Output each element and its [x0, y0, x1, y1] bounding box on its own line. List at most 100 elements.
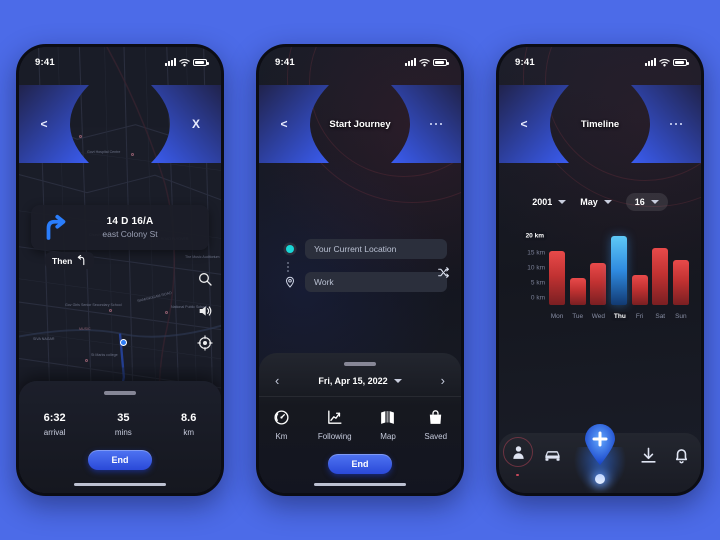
chart-bar: [672, 260, 689, 305]
chart-bar: [569, 278, 586, 305]
year-select[interactable]: 2001: [532, 197, 567, 207]
trend-chart-icon: [328, 410, 342, 424]
phone-mockup-start-journey: < Start Journey Your Current Location Wo…: [256, 44, 464, 496]
chart-bar: [652, 248, 669, 305]
status-bar: 9:41: [19, 47, 221, 73]
status-icons: [645, 58, 689, 67]
prev-date-button[interactable]: ‹: [275, 374, 279, 387]
map-poi-marker: [109, 309, 112, 312]
stat-value: 6:32: [43, 412, 66, 424]
navigation-instruction-card: 14 D 16/A east Colony St: [31, 205, 209, 250]
close-button[interactable]: X: [151, 85, 221, 163]
map-label: MUSIC: [79, 327, 91, 331]
street-code: 14 D 16/A: [106, 216, 154, 227]
back-chevron-icon: <: [280, 117, 288, 131]
action-label: Following: [317, 432, 352, 441]
stat-value: 8.6: [181, 412, 197, 424]
trip-stats: 6:32 arrival 35 mins 8.6 km: [19, 412, 221, 437]
chart-y-axis: 0 km 5 km 10 km 15 km 20 km: [515, 231, 547, 305]
year-value: 2001: [532, 197, 553, 207]
tab-profile[interactable]: [503, 437, 533, 476]
destination-input[interactable]: Work: [305, 272, 447, 292]
chart-bar: [590, 263, 607, 305]
action-map[interactable]: Map: [379, 409, 396, 441]
wifi-icon: [419, 58, 430, 66]
month-value: May: [580, 197, 598, 207]
screenshot-canvas: Kumaran Hospital Govt Hospital Centre RA…: [0, 0, 720, 540]
wifi-icon: [179, 58, 190, 66]
chart-x-tick: Fri: [635, 312, 644, 320]
chart-y-tick: 0 km: [530, 294, 545, 302]
add-plus-pin-icon[interactable]: [583, 423, 617, 465]
action-saved[interactable]: Saved: [424, 409, 447, 441]
status-time: 9:41: [35, 56, 55, 68]
map-floating-controls: [197, 271, 213, 351]
sheet-grabber[interactable]: [344, 362, 376, 366]
stat-arrival: 6:32 arrival: [44, 412, 66, 437]
phone-mockup-navigation: Kumaran Hospital Govt Hospital Centre RA…: [16, 44, 224, 496]
action-km[interactable]: Km: [273, 409, 290, 441]
status-icons: [405, 58, 449, 67]
more-menu-button[interactable]: [391, 85, 461, 163]
map-poi-marker: [165, 311, 168, 314]
back-button[interactable]: <: [19, 85, 89, 163]
chart-bar: [631, 275, 648, 305]
action-label: Saved: [424, 432, 448, 441]
more-menu-button[interactable]: [631, 85, 701, 163]
action-label: Map: [380, 432, 396, 441]
stat-value: 35: [117, 412, 130, 424]
signal-bars-icon: [405, 58, 416, 66]
status-time: 9:41: [275, 56, 295, 68]
stat-label: km: [183, 428, 195, 437]
chart-bar-column[interactable]: [631, 233, 648, 305]
chart-y-tick: 15 km: [527, 249, 545, 257]
back-button[interactable]: <: [259, 85, 329, 163]
volume-icon[interactable]: [197, 303, 213, 319]
origin-input[interactable]: Your Current Location: [305, 239, 447, 259]
chevron-down-icon: [650, 200, 659, 204]
status-time: 9:41: [515, 56, 535, 68]
car-icon[interactable]: [543, 446, 562, 465]
back-button[interactable]: <: [499, 85, 569, 163]
chart-x-tick: Tue: [572, 312, 584, 320]
date-value-group[interactable]: Fri, Apr 15, 2022: [318, 376, 402, 386]
download-icon[interactable]: [639, 446, 658, 465]
battery-icon: [433, 58, 449, 66]
chart-x-tick: Wed: [591, 312, 605, 320]
wifi-icon: [659, 58, 670, 66]
bell-icon[interactable]: [672, 446, 691, 465]
chart-bar-column[interactable]: [610, 233, 628, 305]
chart-bar: [549, 251, 566, 305]
signal-bars-icon: [165, 58, 176, 66]
action-following[interactable]: Following: [318, 409, 352, 441]
turn-right-arrow-icon: [46, 214, 66, 240]
swap-shuffle-icon[interactable]: [437, 266, 450, 279]
chart-bar-column[interactable]: [569, 233, 586, 305]
end-journey-button[interactable]: End: [328, 454, 392, 474]
street-name: east Colony St: [102, 229, 158, 239]
journey-controls-sheet: ‹ Fri, Apr 15, 2022 › Km Following Map S…: [259, 353, 461, 493]
chart-bar-column[interactable]: [672, 233, 689, 305]
chart-bar-column[interactable]: [549, 233, 566, 305]
map-pin-icon: [283, 276, 297, 288]
sheet-grabber[interactable]: [104, 391, 136, 395]
current-position-dot: [120, 339, 127, 346]
search-icon[interactable]: [197, 271, 213, 287]
battery-icon: [193, 58, 209, 66]
phone3-screen: < Timeline 2001 May 16 0 km 5 km 10 km 1…: [499, 47, 701, 493]
day-select[interactable]: 16: [625, 193, 668, 211]
chart-bar-column[interactable]: [652, 233, 669, 305]
chart-bar-column[interactable]: [590, 233, 607, 305]
then-label: Then: [52, 255, 73, 266]
chart-y-tick: 10 km: [527, 264, 545, 272]
origin-row: Your Current Location: [283, 239, 447, 259]
map-label: Gov Girls Senior Secondary School: [65, 303, 122, 307]
battery-icon: [673, 58, 689, 66]
next-date-button[interactable]: ›: [441, 374, 445, 387]
end-trip-button[interactable]: End: [88, 450, 152, 470]
chevron-down-icon: [558, 200, 567, 204]
chart-bar: [610, 236, 628, 305]
month-select[interactable]: May: [580, 197, 612, 207]
home-indicator: [74, 482, 166, 486]
compass-icon[interactable]: [197, 335, 213, 351]
